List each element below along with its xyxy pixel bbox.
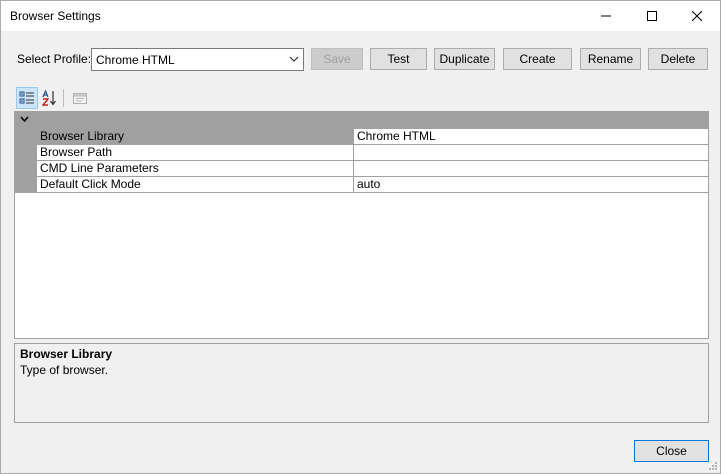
browser-settings-window: Browser Settings Select Profile: Chrome … — [0, 0, 721, 474]
grid-gutter — [15, 129, 37, 193]
window-title: Browser Settings — [10, 9, 101, 23]
category-header[interactable] — [15, 112, 708, 129]
minimize-button[interactable] — [583, 1, 629, 31]
alphabetical-icon — [42, 90, 56, 106]
toolbar-separator — [63, 89, 64, 107]
description-panel: Browser Library Type of browser. — [14, 343, 709, 423]
property-value[interactable] — [354, 145, 708, 160]
select-profile-label: Select Profile: — [17, 52, 92, 66]
property-grid[interactable]: Browser Library Chrome HTML Browser Path… — [14, 111, 709, 339]
rename-button[interactable]: Rename — [580, 48, 641, 70]
minimize-icon — [601, 15, 611, 17]
chevron-down-icon — [289, 56, 299, 62]
delete-button[interactable]: Delete — [648, 48, 708, 70]
close-button[interactable]: Close — [634, 440, 709, 462]
property-row-browser-library[interactable]: Browser Library Chrome HTML — [37, 129, 708, 145]
property-row-cmd-line-parameters[interactable]: CMD Line Parameters — [37, 161, 708, 177]
property-name: Browser Path — [37, 145, 354, 160]
close-window-button[interactable] — [674, 1, 720, 31]
property-value[interactable]: Chrome HTML — [354, 129, 708, 144]
property-name: CMD Line Parameters — [37, 161, 354, 176]
profile-dropdown[interactable]: Chrome HTML — [91, 48, 304, 71]
property-row-default-click-mode[interactable]: Default Click Mode auto — [37, 177, 708, 193]
chevron-down-icon — [20, 116, 29, 123]
maximize-button[interactable] — [629, 1, 675, 31]
property-row-browser-path[interactable]: Browser Path — [37, 145, 708, 161]
close-icon — [692, 11, 702, 21]
title-bar: Browser Settings — [1, 1, 720, 31]
property-value[interactable]: auto — [354, 177, 708, 192]
test-button[interactable]: Test — [370, 48, 427, 70]
resize-grip-icon[interactable] — [708, 461, 718, 471]
description-text: Type of browser. — [20, 363, 109, 377]
maximize-icon — [647, 11, 657, 21]
duplicate-button[interactable]: Duplicate — [434, 48, 495, 70]
property-pages-button[interactable] — [69, 87, 91, 109]
description-title: Browser Library — [20, 347, 113, 361]
save-button[interactable]: Save — [311, 48, 363, 70]
profile-dropdown-value: Chrome HTML — [96, 53, 175, 67]
create-button[interactable]: Create — [503, 48, 572, 70]
property-pages-icon — [73, 93, 87, 104]
property-value[interactable] — [354, 161, 708, 176]
categorized-icon — [19, 91, 34, 104]
alphabetical-sort-button[interactable] — [39, 87, 61, 109]
property-name: Default Click Mode — [37, 177, 354, 192]
categorized-view-button[interactable] — [16, 87, 38, 109]
property-name: Browser Library — [37, 129, 354, 144]
